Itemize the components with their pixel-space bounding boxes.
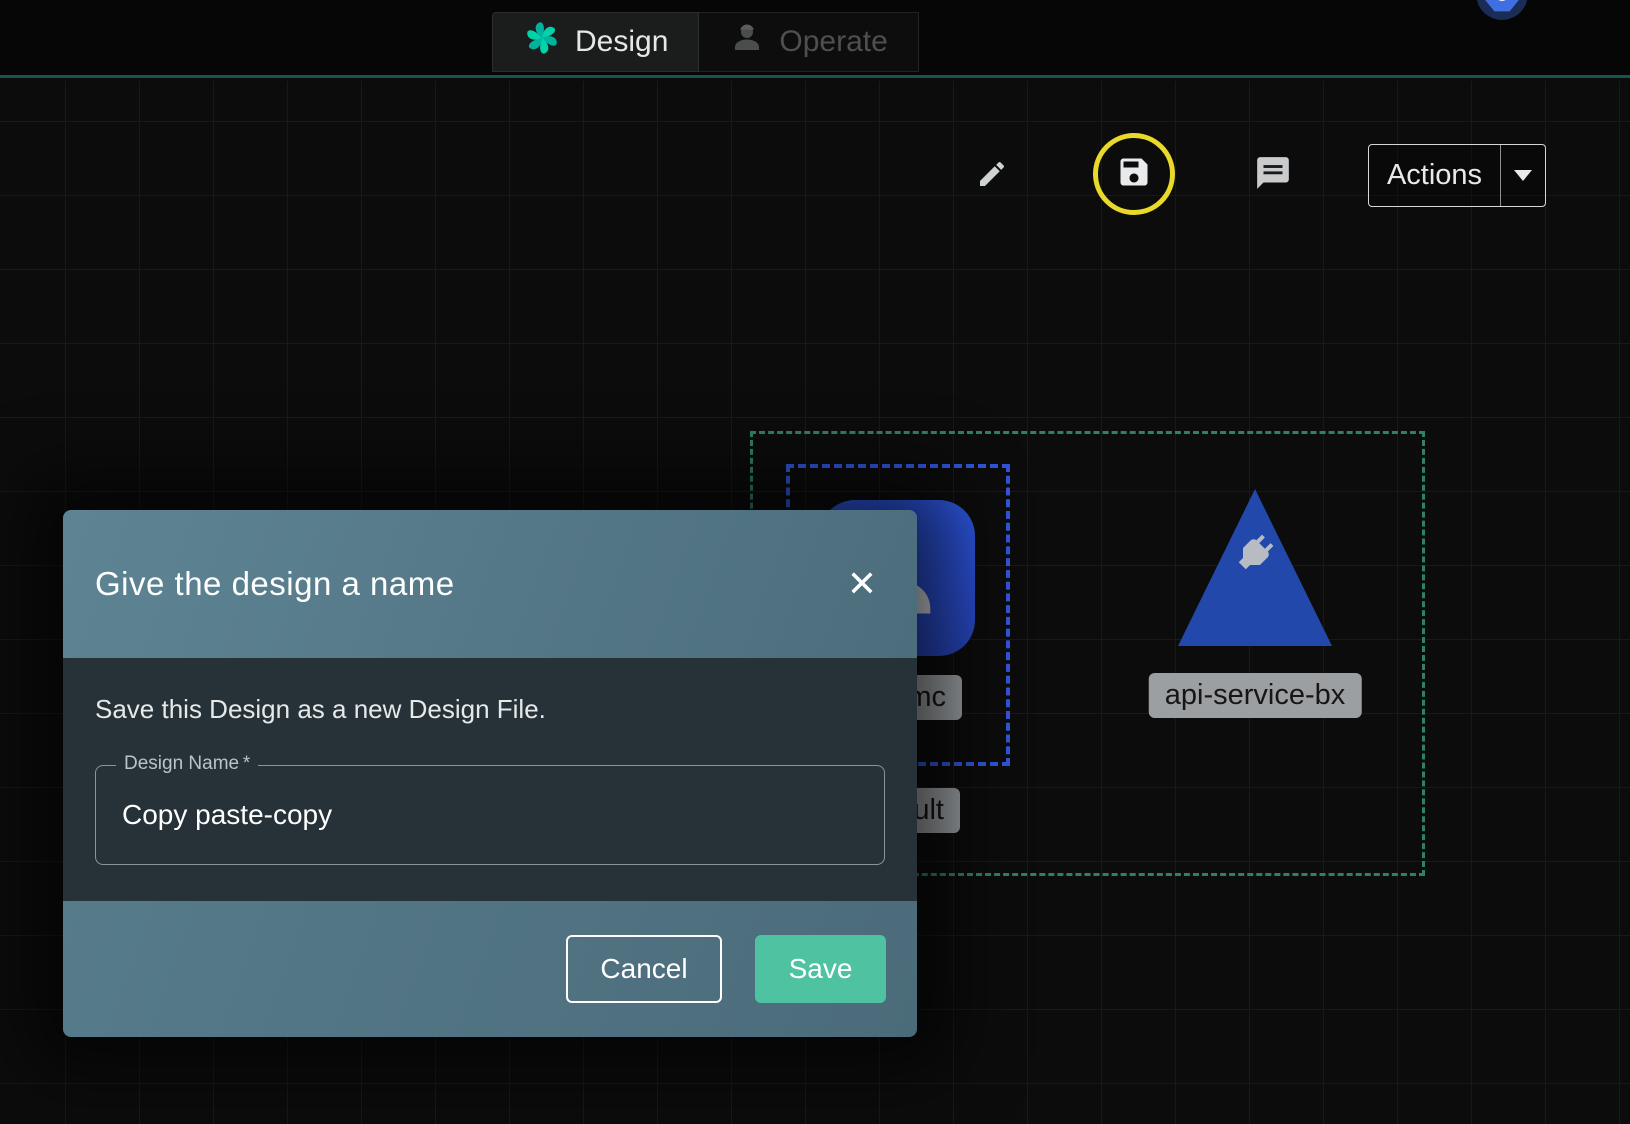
modal-body: Save this Design as a new Design File. D… [63,658,917,901]
top-navigation-bar: Design Operate [0,0,1630,78]
pencil-icon [976,158,1008,195]
modal-title: Give the design a name [95,565,843,603]
tab-design-label: Design [575,25,668,59]
floppy-save-icon [1116,154,1152,195]
save-design-button[interactable] [1093,133,1175,215]
edit-button[interactable] [966,150,1018,202]
actions-split-button[interactable]: Actions [1368,144,1546,207]
meshery-logo-icon [523,19,561,65]
save-design-modal: Give the design a name ✕ Save this Desig… [63,510,917,1037]
tab-design[interactable]: Design [492,12,699,72]
save-button[interactable]: Save [755,935,886,1003]
close-icon[interactable]: ✕ [843,562,881,606]
api-service-node-label: api-service-bx [1149,673,1362,718]
avatar[interactable] [1476,0,1528,20]
tab-operate[interactable]: Operate [699,12,918,72]
design-name-label: Design Name * [116,753,258,775]
actions-dropdown-toggle[interactable] [1501,145,1545,206]
mode-tabs: Design Operate [492,12,919,72]
comment-button[interactable] [1247,149,1299,201]
tab-operate-label: Operate [779,25,887,59]
design-name-input[interactable] [96,799,884,831]
cancel-button[interactable]: Cancel [566,935,722,1003]
modal-header: Give the design a name ✕ [63,510,917,658]
modal-description: Save this Design as a new Design File. [95,694,885,725]
design-name-field: Design Name * [95,765,885,865]
actions-button-label[interactable]: Actions [1369,145,1500,206]
chevron-down-icon [1514,170,1532,181]
modal-footer: Cancel Save [63,901,917,1037]
app-screen: mc ult api-service-bx Actions [0,0,1630,1124]
comment-icon [1254,154,1292,197]
operator-icon [729,20,765,64]
